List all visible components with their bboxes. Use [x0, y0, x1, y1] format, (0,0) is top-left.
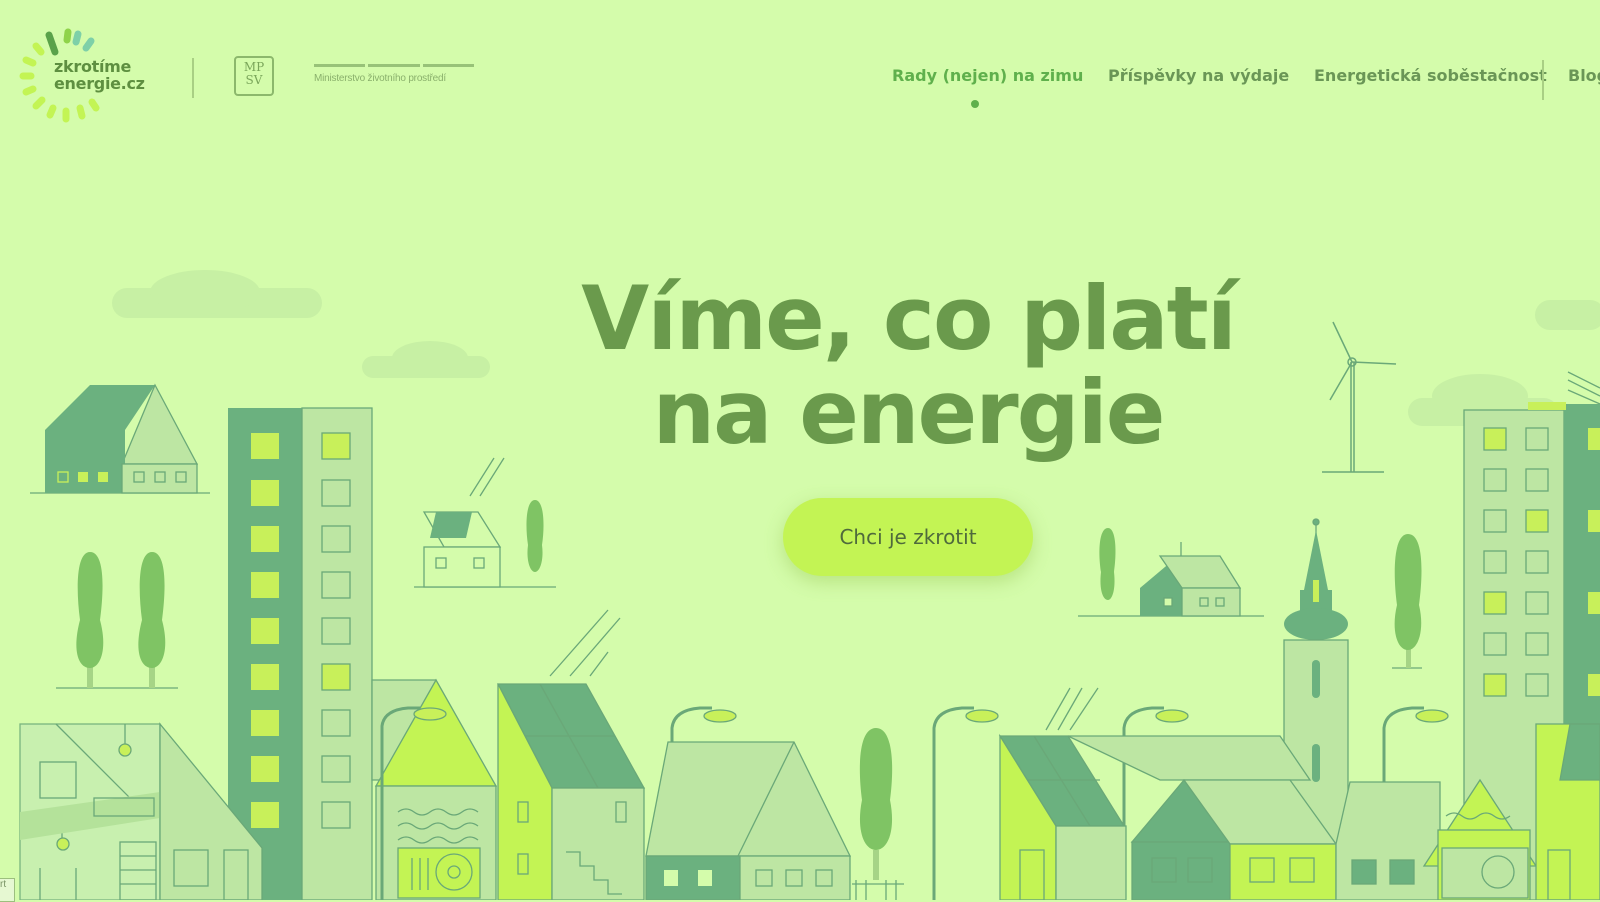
logo-wordmark: zkrotíme energie.cz [54, 58, 145, 92]
tower-left [228, 407, 373, 900]
house-left [30, 383, 210, 494]
mpsv-line-2: SV [245, 73, 263, 87]
nav-item-winter-tips[interactable]: Rady (nejen) na zimu [892, 66, 1083, 85]
nav-active-indicator [971, 100, 979, 108]
tree-right [1392, 534, 1422, 669]
house-solar-middle [496, 609, 646, 900]
interior-left [19, 722, 263, 900]
cta-button[interactable]: Chci je zkrotit [783, 498, 1033, 576]
hero-title-line-1: Víme, co platí [581, 267, 1237, 370]
site-header: zkrotíme energie.cz MP SV Ministerstvo ž… [0, 0, 1600, 140]
ministry-logo-bars [314, 64, 474, 67]
site-logo[interactable]: zkrotíme energie.cz [18, 26, 148, 126]
ministry-logo[interactable]: Ministerstvo životního prostředí [314, 64, 474, 84]
mpsv-logo[interactable]: MP SV [234, 56, 274, 96]
house-right-small [1078, 528, 1264, 617]
tree-middle [852, 728, 904, 900]
nav-item-energy-self-sufficiency[interactable]: Energetická soběstačnost [1314, 66, 1547, 85]
trees-left [56, 552, 178, 689]
mpsv-logo-text: MP SV [236, 61, 272, 87]
logo-line-2: energie.cz [54, 74, 145, 93]
header-divider [192, 58, 194, 98]
nav-divider [1542, 60, 1544, 100]
nav-item-contributions[interactable]: Příspěvky na výdaje [1108, 66, 1289, 85]
ministry-logo-text: Ministerstvo životního prostředí [314, 73, 446, 84]
corner-tab[interactable]: rt [0, 878, 15, 902]
house-heatpump [371, 678, 498, 900]
house-solar-small [414, 457, 556, 588]
nav-item-blog[interactable]: Blog [1568, 66, 1600, 85]
house-middle [645, 741, 852, 900]
hero-title-line-2: na energie [652, 361, 1166, 464]
hero-title: Víme, co platí na energie [400, 272, 1416, 460]
logo-line-1: zkrotíme [54, 57, 132, 76]
